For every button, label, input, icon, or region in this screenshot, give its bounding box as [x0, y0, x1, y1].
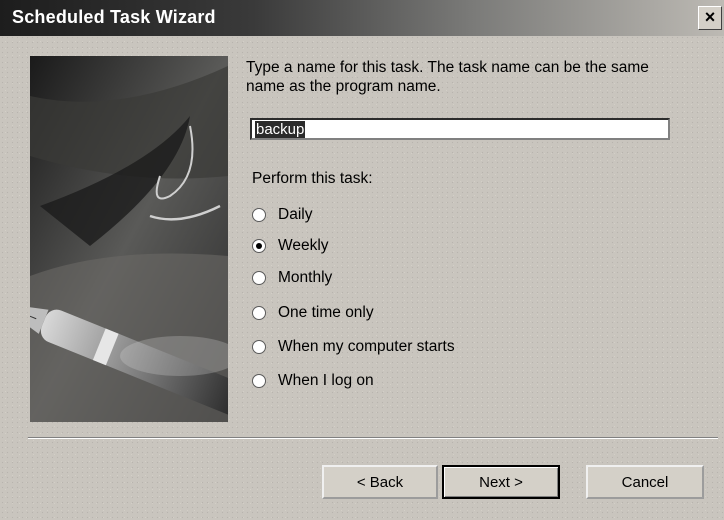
fountain-pen-illustration — [30, 56, 228, 422]
radio-button-icon[interactable] — [252, 271, 266, 285]
radio-label: When I log on — [278, 372, 374, 389]
window-title: Scheduled Task Wizard — [12, 7, 216, 27]
radio-button-icon[interactable] — [252, 208, 266, 222]
task-name-value: backup — [255, 121, 306, 138]
scheduled-task-wizard-window: Scheduled Task Wizard × Type a name for … — [0, 0, 724, 520]
next-button[interactable]: Next > — [442, 465, 560, 499]
radio-label: When my computer starts — [278, 338, 455, 355]
divider — [28, 437, 718, 439]
back-button[interactable]: < Back — [322, 465, 438, 499]
radio-label: Daily — [278, 206, 313, 223]
task-name-prompt: Type a name for this task. The task name… — [246, 59, 649, 95]
radio-button-icon[interactable] — [252, 340, 266, 354]
cancel-button[interactable]: Cancel — [586, 465, 704, 499]
radio-when-i-log-on[interactable]: When I log on — [252, 370, 374, 392]
radio-button-icon[interactable] — [252, 374, 266, 388]
radio-label: Monthly — [278, 269, 333, 286]
task-name-field[interactable]: backup — [250, 118, 670, 140]
close-button[interactable]: × — [698, 6, 722, 30]
radio-label: One time only — [278, 304, 374, 321]
radio-when-computer-starts[interactable]: When my computer starts — [252, 336, 455, 358]
radio-daily[interactable]: Daily — [252, 204, 312, 226]
radio-one-time-only[interactable]: One time only — [252, 302, 374, 324]
radio-weekly[interactable]: Weekly — [252, 235, 329, 257]
fountain-pen-icon — [30, 56, 228, 422]
radio-button-icon[interactable] — [252, 239, 266, 253]
perform-task-label: Perform this task: — [252, 170, 373, 187]
radio-monthly[interactable]: Monthly — [252, 267, 332, 289]
title-bar[interactable]: Scheduled Task Wizard × — [0, 0, 724, 36]
close-icon: × — [704, 7, 716, 27]
radio-label: Weekly — [278, 237, 329, 254]
radio-button-icon[interactable] — [252, 306, 266, 320]
